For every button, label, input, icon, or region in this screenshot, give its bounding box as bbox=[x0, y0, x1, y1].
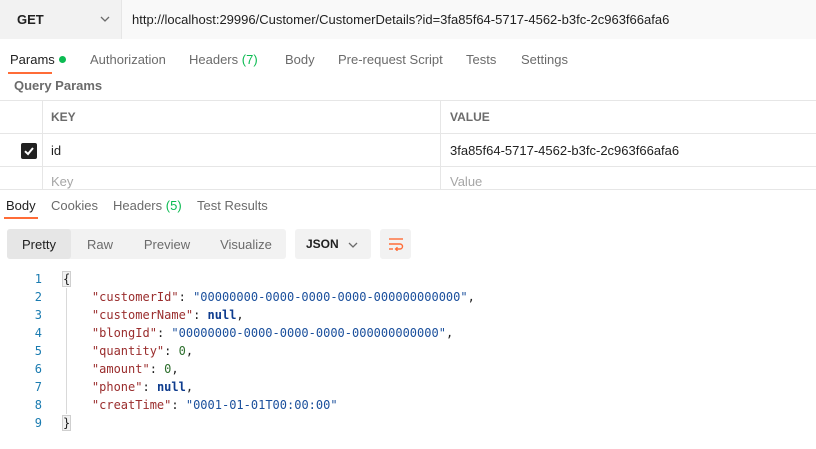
param-key-cell[interactable]: id bbox=[43, 134, 441, 166]
check-icon bbox=[24, 147, 34, 156]
json-open-brace: { bbox=[61, 271, 72, 287]
active-tab-underline bbox=[8, 72, 52, 74]
json-comma: , bbox=[445, 326, 454, 340]
json-key: "amount" bbox=[91, 362, 150, 376]
code-line: 3 "customerName": null, bbox=[0, 306, 816, 324]
json-value: "00000000-0000-0000-0000-000000000000" bbox=[171, 326, 446, 340]
tab-params[interactable]: Params bbox=[10, 52, 66, 67]
tab-tests[interactable]: Tests bbox=[466, 52, 496, 67]
line-content: "amount": 0, bbox=[63, 360, 179, 378]
json-comma: , bbox=[236, 308, 244, 322]
json-key: "creatTime" bbox=[91, 398, 172, 412]
line-content: } bbox=[61, 414, 72, 432]
chevron-down-icon bbox=[348, 242, 358, 248]
chevron-down-icon bbox=[100, 16, 110, 22]
line-content: "blongId": "00000000-0000-0000-0000-0000… bbox=[63, 324, 453, 342]
view-pretty-button[interactable]: Pretty bbox=[7, 229, 71, 259]
json-value: "00000000-0000-0000-0000-000000000000" bbox=[193, 290, 468, 304]
column-header-key: KEY bbox=[43, 101, 441, 133]
column-header-value: VALUE bbox=[450, 110, 490, 124]
params-indicator-dot bbox=[58, 56, 66, 63]
wrap-lines-button[interactable] bbox=[380, 229, 411, 259]
code-line: 4 "blongId": "00000000-0000-0000-0000-00… bbox=[0, 324, 816, 342]
code-line: 8 "creatTime": "0001-01-01T00:00:00" bbox=[0, 396, 816, 414]
response-body-editor[interactable]: 1{2 "customerId": "00000000-0000-0000-00… bbox=[0, 270, 816, 432]
json-colon: : bbox=[178, 290, 194, 304]
param-value-cell[interactable]: 3fa85f64-5717-4562-b3fc-2c963f66afa6 bbox=[441, 134, 816, 166]
tab-response-cookies[interactable]: Cookies bbox=[51, 198, 98, 213]
table-row-new: Key Value bbox=[0, 166, 816, 189]
line-number: 8 bbox=[34, 398, 42, 412]
json-value: null bbox=[207, 308, 237, 322]
json-comma: , bbox=[185, 344, 194, 358]
json-comma: , bbox=[467, 290, 475, 304]
view-raw-button[interactable]: Raw bbox=[73, 229, 127, 259]
json-comma: , bbox=[185, 380, 194, 394]
line-content: "phone": null, bbox=[63, 378, 193, 396]
line-content: "creatTime": "0001-01-01T00:00:00" bbox=[63, 396, 338, 414]
line-content: "quantity": 0, bbox=[63, 342, 193, 360]
json-value: null bbox=[156, 380, 186, 394]
json-colon: : bbox=[149, 362, 165, 376]
tab-authorization[interactable]: Authorization bbox=[90, 52, 166, 67]
format-label: JSON bbox=[306, 237, 339, 251]
method-label: GET bbox=[17, 12, 44, 27]
line-number: 3 bbox=[34, 308, 42, 322]
tab-pre-request-script[interactable]: Pre-request Script bbox=[338, 52, 443, 67]
json-key: "blongId" bbox=[91, 326, 157, 340]
method-select[interactable]: GET bbox=[0, 0, 122, 39]
json-value: 0 bbox=[178, 344, 186, 358]
view-preview-button[interactable]: Preview bbox=[131, 229, 203, 259]
table-header: KEY VALUE bbox=[0, 100, 816, 133]
json-colon: : bbox=[156, 326, 172, 340]
line-number: 1 bbox=[34, 272, 42, 286]
json-colon: : bbox=[171, 398, 186, 412]
query-params-title: Query Params bbox=[14, 78, 103, 93]
json-key: "quantity" bbox=[91, 344, 165, 358]
format-select[interactable]: JSON bbox=[295, 229, 371, 259]
table-row: id 3fa85f64-5717-4562-b3fc-2c963f66afa6 bbox=[0, 133, 816, 166]
code-line: 5 "quantity": 0, bbox=[0, 342, 816, 360]
code-line: 6 "amount": 0, bbox=[0, 360, 816, 378]
active-response-tab-underline bbox=[4, 217, 38, 219]
tab-test-results[interactable]: Test Results bbox=[197, 198, 268, 213]
url-input[interactable]: http://localhost:29996/Customer/Customer… bbox=[122, 0, 816, 39]
code-line: 7 "phone": null, bbox=[0, 378, 816, 396]
tab-response-body[interactable]: Body bbox=[6, 198, 36, 213]
param-enabled-checkbox[interactable] bbox=[21, 143, 37, 159]
json-key: "phone" bbox=[91, 380, 143, 394]
line-content: "customerId": "00000000-0000-0000-0000-0… bbox=[63, 288, 475, 306]
line-number: 6 bbox=[34, 362, 42, 376]
line-content: { bbox=[61, 270, 72, 288]
line-number: 4 bbox=[34, 326, 42, 340]
wrap-lines-icon bbox=[388, 238, 403, 251]
line-number: 9 bbox=[34, 416, 42, 430]
json-colon: : bbox=[164, 344, 179, 358]
line-number: 5 bbox=[34, 344, 42, 358]
view-visualize-button[interactable]: Visualize bbox=[210, 229, 282, 259]
code-line: 2 "customerId": "00000000-0000-0000-0000… bbox=[0, 288, 816, 306]
line-content: "customerName": null, bbox=[63, 306, 244, 324]
line-number: 2 bbox=[34, 290, 42, 304]
new-param-key-input[interactable]: Key bbox=[43, 167, 441, 189]
line-number: 7 bbox=[34, 380, 42, 394]
tab-settings[interactable]: Settings bbox=[521, 52, 568, 67]
code-line: 1{ bbox=[0, 270, 816, 288]
json-value: "0001-01-01T00:00:00" bbox=[185, 398, 338, 412]
json-close-brace: } bbox=[61, 415, 72, 431]
json-colon: : bbox=[193, 308, 208, 322]
json-colon: : bbox=[142, 380, 157, 394]
json-comma: , bbox=[171, 362, 179, 376]
new-param-value-input[interactable]: Value bbox=[441, 167, 816, 189]
json-key: "customerId" bbox=[91, 290, 179, 304]
json-key: "customerName" bbox=[91, 308, 194, 322]
tab-body[interactable]: Body bbox=[285, 52, 315, 67]
tab-headers[interactable]: Headers (7) bbox=[189, 52, 258, 67]
request-bar: GET http://localhost:29996/Customer/Cust… bbox=[0, 0, 816, 39]
code-line: 9} bbox=[0, 414, 816, 432]
tab-response-headers[interactable]: Headers (5) bbox=[113, 198, 182, 213]
response-divider bbox=[0, 189, 816, 190]
